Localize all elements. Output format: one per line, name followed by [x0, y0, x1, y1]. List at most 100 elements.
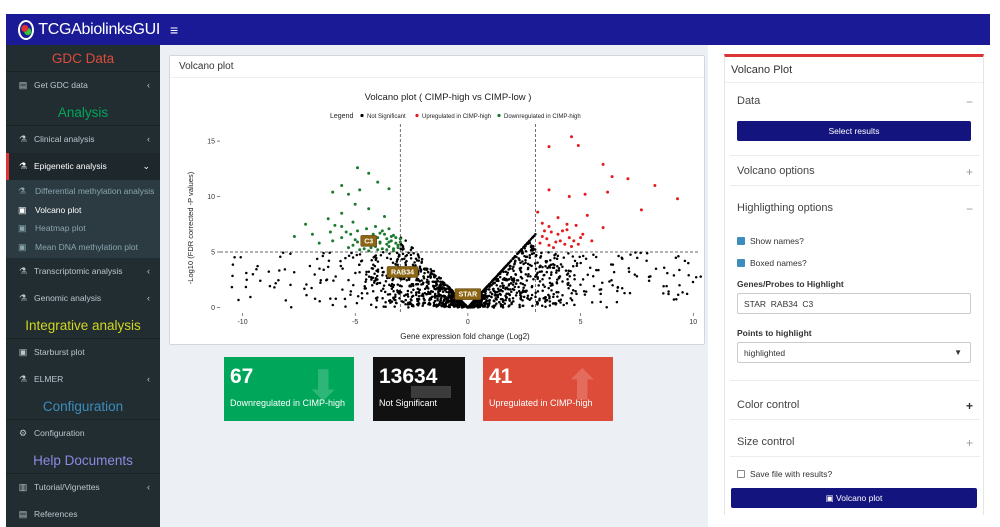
checkbox-checked-icon[interactable] — [737, 237, 745, 245]
hamburger-icon[interactable]: ≡ — [170, 22, 178, 38]
not-significant-point — [284, 299, 288, 302]
not-significant-point — [687, 274, 690, 277]
not-significant-point — [436, 304, 440, 308]
sidebar-item-genomic-analysis[interactable]: ⚗ Genomic analysis ‹ — [6, 285, 160, 312]
sidebar-subitem-volcano-plot[interactable]: ▣ Volcano plot — [6, 201, 160, 220]
not-significant-point — [380, 266, 384, 270]
volcano-plot-button[interactable]: ▣ Volcano plot — [731, 488, 977, 508]
not-significant-point — [551, 263, 555, 266]
not-significant-point — [667, 292, 670, 296]
not-significant-point — [418, 265, 422, 268]
accordion-volcano-options[interactable]: Volcano options + — [737, 165, 973, 179]
not-significant-point — [421, 294, 425, 297]
show-names-label: Show names? — [750, 236, 804, 246]
not-significant-point — [519, 261, 522, 265]
expand-icon[interactable]: + — [966, 436, 973, 450]
collapse-icon[interactable]: − — [966, 95, 973, 109]
boxed-names-checkbox[interactable]: Boxed names? — [737, 258, 807, 268]
sidebar-item-epigenetic-analysis[interactable]: ⚗ Epigenetic analysis ⌄ — [6, 153, 160, 180]
points-highlight-select[interactable]: highlighted ▼ — [737, 342, 971, 363]
not-significant-point — [391, 285, 395, 289]
not-significant-point — [414, 291, 418, 294]
upregulated-point — [576, 144, 580, 147]
not-significant-point — [533, 262, 537, 265]
not-significant-point — [406, 295, 410, 298]
checkbox-unchecked-icon[interactable] — [737, 470, 745, 478]
not-significant-point — [621, 257, 624, 261]
not-significant-point — [541, 283, 545, 287]
not-significant-point — [449, 287, 452, 291]
not-significant-point — [389, 257, 393, 261]
genes-highlight-input[interactable]: STAR RAB34 C3 — [737, 293, 971, 314]
not-significant-point — [402, 277, 406, 281]
not-significant-point — [691, 280, 695, 284]
not-significant-point — [329, 297, 332, 300]
sidebar-item-get-gdc-data[interactable]: ▤ Get GDC data ‹ — [6, 72, 160, 99]
not-significant-point — [277, 278, 280, 282]
upregulated-point — [556, 232, 560, 236]
sidebar-item-tutorial[interactable]: ▥ Tutorial/Vignettes ‹ — [6, 474, 160, 501]
not-significant-point — [505, 279, 509, 282]
sidebar-item-configuration[interactable]: ⚙ Configuration — [6, 420, 160, 447]
upregulated-point — [536, 210, 540, 214]
not-significant-point — [289, 252, 292, 256]
downregulated-point — [378, 231, 382, 235]
accordion-data[interactable]: Data − — [737, 95, 973, 109]
checkbox-checked-icon[interactable] — [737, 259, 745, 267]
sidebar-item-references[interactable]: ▤ References — [6, 501, 160, 527]
not-significant-point — [675, 297, 678, 301]
not-significant-point — [404, 298, 407, 302]
sidebar-subitem-heatmap-plot[interactable]: ▣ Heatmap plot — [6, 219, 160, 238]
upregulated-point — [590, 239, 594, 243]
sidebar-item-elmer[interactable]: ⚗ ELMER ‹ — [6, 366, 160, 393]
not-significant-point — [519, 291, 522, 294]
show-names-checkbox[interactable]: Show names? — [737, 236, 804, 246]
sidebar-item-label: Tutorial/Vignettes — [34, 482, 100, 492]
not-significant-point — [268, 284, 272, 288]
not-significant-point — [339, 264, 343, 268]
sidebar-item-label: Epigenetic analysis — [34, 161, 107, 171]
expand-icon[interactable]: + — [966, 165, 973, 179]
not-significant-point — [407, 251, 410, 255]
not-significant-point — [244, 285, 248, 289]
not-significant-point — [514, 294, 518, 297]
not-significant-point — [447, 305, 450, 308]
accordion-highlighting-options[interactable]: Highligthing options − — [737, 202, 973, 216]
file-icon: ▤ — [18, 509, 28, 519]
not-significant-point — [447, 296, 451, 299]
not-significant-point — [394, 262, 397, 266]
not-significant-point — [665, 284, 668, 288]
sidebar-subitem-differential-methylation[interactable]: ⚗ Differential methylation analysis — [6, 182, 160, 201]
not-significant-point — [439, 277, 443, 280]
sidebar-item-transcriptomic-analysis[interactable]: ⚗ Transcriptomic analysis ‹ — [6, 258, 160, 285]
downregulated-point — [349, 232, 353, 236]
accordion-color-control[interactable]: Color control + — [737, 399, 973, 413]
epigenetic-submenu: ⚗ Differential methylation analysis ▣ Vo… — [6, 180, 160, 258]
not-significant-point — [540, 270, 544, 273]
collapse-icon[interactable]: − — [966, 202, 973, 216]
sidebar-item-clinical-analysis[interactable]: ⚗ Clinical analysis ‹ — [6, 126, 160, 153]
not-significant-point — [454, 302, 457, 305]
downregulated-point — [392, 249, 395, 253]
x-axis-label: Gene expression fold change (Log2) — [400, 332, 530, 341]
not-significant-point — [462, 305, 465, 309]
accordion-size-control[interactable]: Size control + — [737, 436, 973, 450]
not-significant-point — [535, 273, 538, 276]
sidebar-item-starburst-plot[interactable]: ▣ Starburst plot — [6, 339, 160, 366]
not-significant-point — [349, 290, 353, 293]
upregulated-point — [567, 236, 571, 240]
not-significant-point — [553, 254, 556, 257]
expand-icon[interactable]: + — [966, 399, 973, 413]
not-significant-point — [426, 270, 430, 274]
save-file-checkbox[interactable]: Save file with results? — [737, 469, 832, 479]
downregulated-point — [333, 223, 337, 227]
not-significant-point — [408, 284, 411, 287]
brand[interactable]: TCGAbiolinksGUI — [6, 14, 160, 45]
not-significant-point — [376, 296, 379, 299]
select-results-button[interactable]: Select results — [737, 121, 971, 141]
not-significant-point — [548, 281, 552, 285]
sidebar-subitem-mean-dna-methylation[interactable]: ▣ Mean DNA methylation plot — [6, 238, 160, 257]
downregulated-point — [380, 247, 384, 251]
not-significant-point — [528, 239, 531, 242]
accordion-data-label: Data — [737, 95, 761, 107]
